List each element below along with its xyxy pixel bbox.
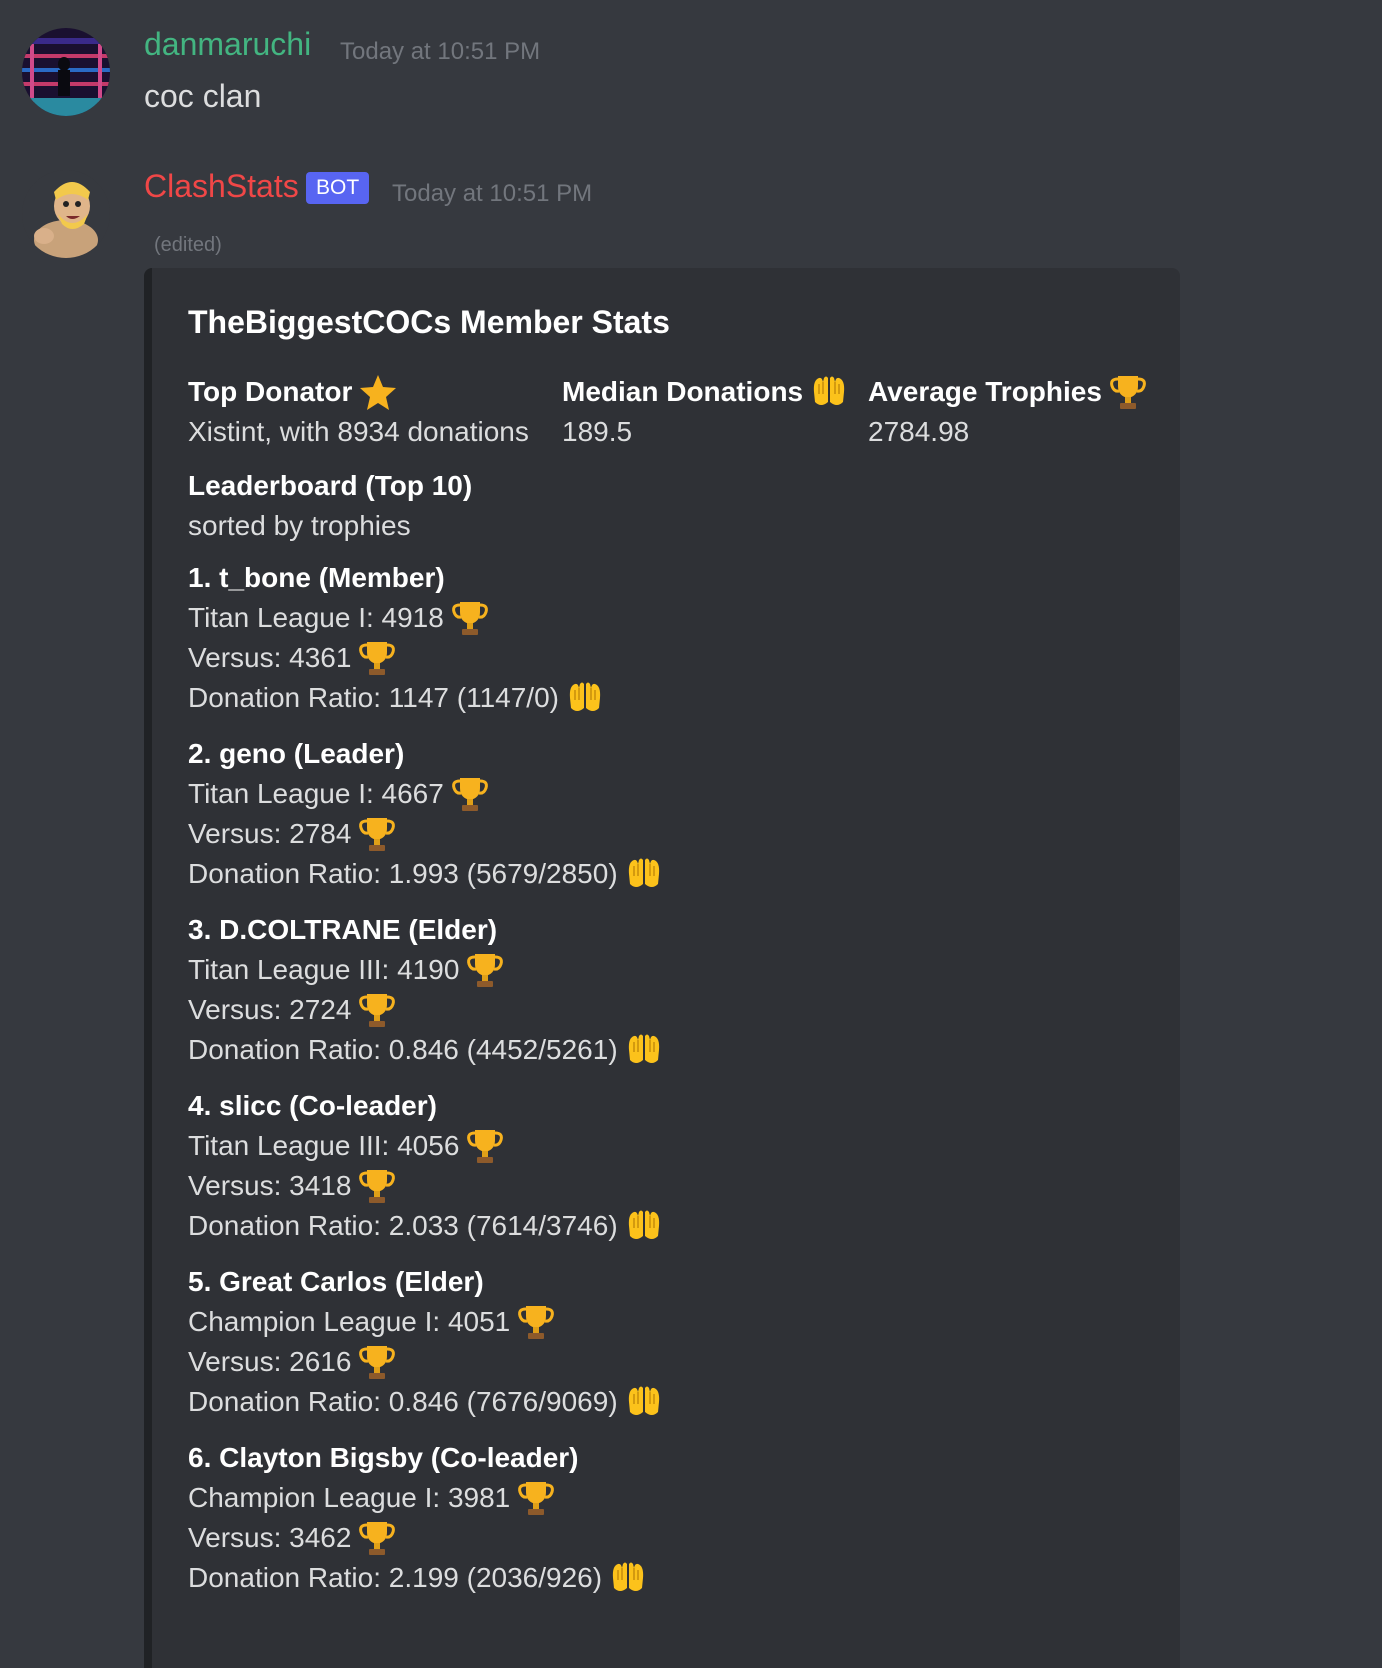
- member-title: 3. D.COLTRANE (Elder): [188, 914, 498, 945]
- timestamp: Today at 10:51 PM: [340, 38, 541, 65]
- field-name: Leaderboard (Top 10): [188, 470, 473, 501]
- field-name: Median Donations: [562, 372, 849, 412]
- leaderboard-entry: 5. Great Carlos (Elder) Champion League I…: [188, 1262, 664, 1422]
- raised-hands-icon: [809, 372, 849, 412]
- leaderboard-entry: 2. geno (Leader) Titan League I: 4667 Vers…: [188, 734, 664, 894]
- field-value: 2784.98: [868, 416, 970, 447]
- trophy-icon: [357, 1166, 397, 1206]
- leaderboard-entry: 3. D.COLTRANE (Elder) Titan League III: 4…: [188, 910, 664, 1070]
- raised-hands-icon: [624, 854, 664, 894]
- member-title: 5. Great Carlos (Elder): [188, 1266, 484, 1297]
- trophy-icon: [357, 814, 397, 854]
- league-line: Titan League III: 4056: [188, 1126, 664, 1166]
- user-avatar[interactable]: [22, 28, 110, 116]
- trophy-icon: [357, 1518, 397, 1558]
- donation-line: Donation Ratio: 1.993 (5679/2850): [188, 854, 664, 894]
- bot-tag: BOT: [306, 172, 370, 204]
- donation-line: Donation Ratio: 2.199 (2036/926): [188, 1558, 648, 1598]
- star-icon: [358, 372, 398, 412]
- field-value: 189.5: [562, 416, 633, 447]
- leaderboard-entry: 1. t_bone (Member) Titan League I: 4918 Ve…: [188, 558, 605, 718]
- versus-line: Versus: 3462: [188, 1518, 648, 1558]
- league-line: Champion League I: 4051: [188, 1302, 664, 1342]
- field-median-donations: Median Donations 189.5: [562, 372, 849, 452]
- league-line: Titan League I: 4667: [188, 774, 664, 814]
- field-name: Average Trophies: [868, 372, 1148, 412]
- versus-line: Versus: 3418: [188, 1166, 664, 1206]
- trophy-icon: [465, 1126, 505, 1166]
- embed: TheBiggestCOCs Member Stats Top Donator …: [144, 268, 1180, 1668]
- donation-line: Donation Ratio: 2.033 (7614/3746): [188, 1206, 664, 1246]
- member-title: 2. geno (Leader): [188, 738, 405, 769]
- field-top-donator: Top Donator Xistint, with 8934 donations: [188, 372, 529, 452]
- donation-line: Donation Ratio: 0.846 (7676/9069): [188, 1382, 664, 1422]
- donation-line: Donation Ratio: 1147 (1147/0): [188, 678, 605, 718]
- leaderboard-entry: 4. slicc (Co-leader) Titan League III: 40…: [188, 1086, 664, 1246]
- raised-hands-icon: [624, 1382, 664, 1422]
- timestamp: Today at 10:51 PM: [392, 180, 593, 207]
- bot-avatar[interactable]: [22, 170, 110, 258]
- username[interactable]: danmaruchi: [144, 26, 311, 63]
- member-title: 1. t_bone (Member): [188, 562, 445, 593]
- trophy-icon: [357, 1342, 397, 1382]
- raised-hands-icon: [624, 1030, 664, 1070]
- trophy-icon: [516, 1478, 556, 1518]
- trophy-icon: [465, 950, 505, 990]
- trophy-icon: [357, 638, 397, 678]
- league-line: Titan League III: 4190: [188, 950, 664, 990]
- raised-hands-icon: [608, 1558, 648, 1598]
- raised-hands-icon: [565, 678, 605, 718]
- league-line: Titan League I: 4918: [188, 598, 605, 638]
- trophy-icon: [357, 990, 397, 1030]
- field-name: Top Donator: [188, 372, 529, 412]
- versus-line: Versus: 2724: [188, 990, 664, 1030]
- versus-line: Versus: 2616: [188, 1342, 664, 1382]
- embed-title: TheBiggestCOCs Member Stats: [188, 304, 670, 340]
- trophy-icon: [450, 774, 490, 814]
- donation-line: Donation Ratio: 0.846 (4452/5261): [188, 1030, 664, 1070]
- leaderboard-entry: 6. Clayton Bigsby (Co-leader) Champion Le…: [188, 1438, 648, 1598]
- edited-label: (edited): [154, 234, 222, 256]
- field-value: Xistint, with 8934 donations: [188, 416, 529, 447]
- field-value: sorted by trophies: [188, 510, 411, 541]
- member-title: 4. slicc (Co-leader): [188, 1090, 437, 1121]
- trophy-icon: [1108, 372, 1148, 412]
- versus-line: Versus: 2784: [188, 814, 664, 854]
- member-title: 6. Clayton Bigsby (Co-leader): [188, 1442, 579, 1473]
- trophy-icon: [450, 598, 490, 638]
- username[interactable]: ClashStats: [144, 168, 299, 205]
- trophy-icon: [516, 1302, 556, 1342]
- league-line: Champion League I: 3981: [188, 1478, 648, 1518]
- field-average-trophies: Average Trophies 2784.98: [868, 372, 1148, 452]
- raised-hands-icon: [624, 1206, 664, 1246]
- message-content: coc clan: [144, 78, 262, 114]
- versus-line: Versus: 4361: [188, 638, 605, 678]
- field-leaderboard: Leaderboard (Top 10) sorted by trophies: [188, 466, 472, 546]
